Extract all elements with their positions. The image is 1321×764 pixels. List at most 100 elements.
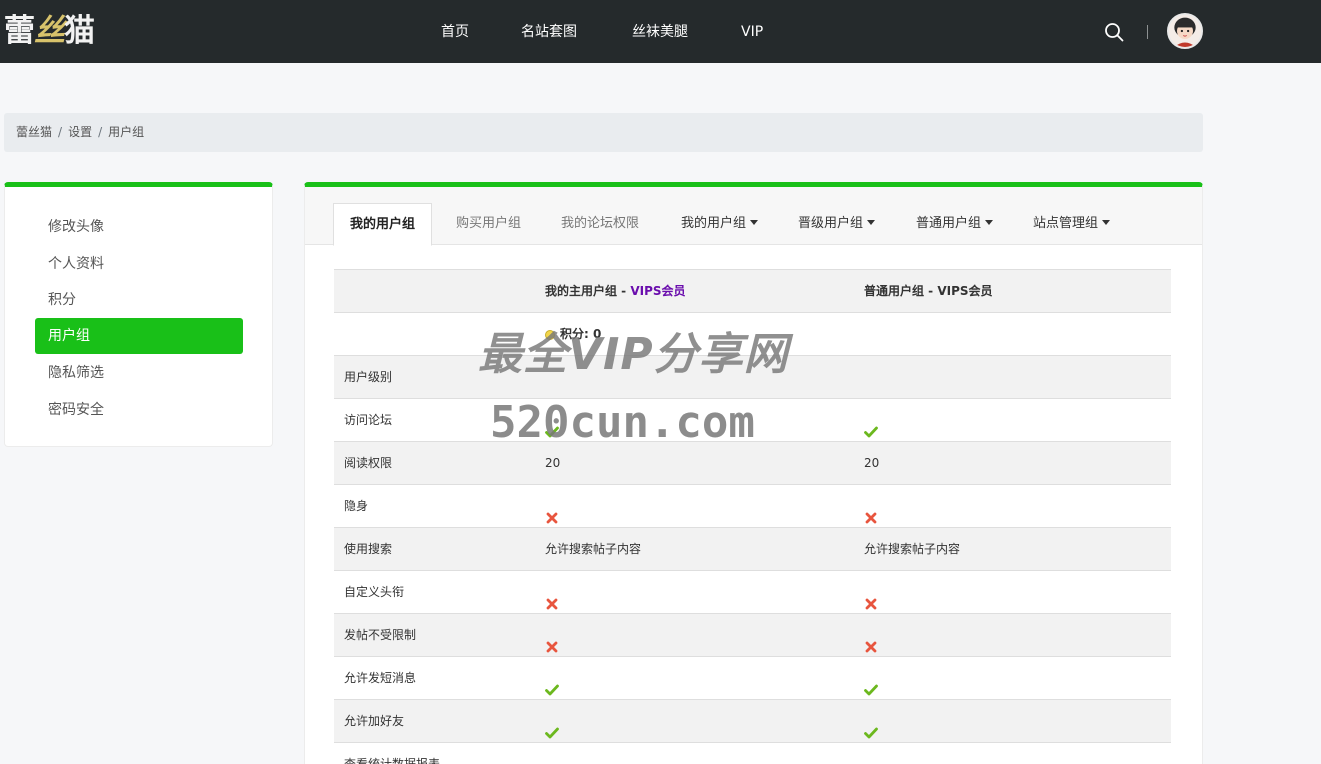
main-group-value: 20 bbox=[545, 442, 560, 484]
header-prefix: 我的主用户组 - bbox=[545, 284, 631, 298]
cross-icon bbox=[545, 586, 559, 609]
tab-buy-usergroup[interactable]: 购买用户组 bbox=[456, 203, 521, 245]
main-panel: 我的用户组 购买用户组 我的论坛权限 我的用户组 晋级用户组 普通用户组 站点管… bbox=[304, 182, 1203, 764]
breadcrumb-current: 用户组 bbox=[108, 125, 145, 139]
permission-label: 发帖不受限制 bbox=[344, 628, 417, 642]
breadcrumb-separator: / bbox=[58, 125, 63, 139]
logo-text-3: 猫 bbox=[64, 13, 95, 49]
table-row: 阅读权限 20 20 bbox=[334, 442, 1171, 485]
tab-label: 普通用户组 bbox=[916, 216, 982, 231]
sidebar-item-usergroup[interactable]: 用户组 bbox=[35, 318, 243, 354]
nav-stockings[interactable]: 丝袜美腿 bbox=[632, 0, 688, 63]
breadcrumb-settings[interactable]: 设置 bbox=[68, 125, 92, 139]
logo-text-2: 丝 bbox=[34, 13, 65, 49]
sidebar-item-avatar[interactable]: 修改头像 bbox=[35, 209, 243, 245]
normal-group-value bbox=[864, 485, 878, 527]
site-logo[interactable]: 蕾丝猫 bbox=[4, 8, 122, 54]
cross-icon bbox=[545, 500, 559, 523]
logo-text-1: 蕾 bbox=[4, 13, 35, 49]
table-row: 允许发短消息 bbox=[334, 657, 1171, 700]
tab-normal-usergroup-dropdown[interactable]: 普通用户组 bbox=[916, 203, 994, 245]
table-row: 允许加好友 bbox=[334, 700, 1171, 743]
breadcrumb: 蕾丝猫 / 设置 / 用户组 bbox=[4, 113, 1203, 152]
normal-group-value bbox=[864, 614, 878, 656]
main-group-value: 允许搜索帖子内容 bbox=[545, 528, 641, 570]
permission-label: 允许加好友 bbox=[344, 714, 405, 728]
normal-group-value bbox=[864, 657, 878, 699]
normal-group-value bbox=[864, 743, 878, 764]
permission-label: 使用搜索 bbox=[344, 542, 393, 556]
tab-admin-group-dropdown[interactable]: 站点管理组 bbox=[1033, 203, 1111, 245]
cell-text: 允许搜索帖子内容 bbox=[864, 542, 961, 556]
permission-label: 阅读权限 bbox=[344, 456, 393, 470]
normal-group-value bbox=[864, 700, 878, 742]
permission-label: 查看统计数据报表 bbox=[344, 757, 441, 764]
main-group-value bbox=[545, 657, 559, 699]
main-group-value bbox=[545, 485, 559, 527]
check-icon bbox=[545, 715, 559, 738]
tab-my-usergroup[interactable]: 我的用户组 bbox=[333, 203, 433, 246]
caret-down-icon bbox=[750, 220, 759, 225]
check-icon bbox=[864, 672, 878, 695]
table-row: 发帖不受限制 bbox=[334, 614, 1171, 657]
table-header-row: 我的主用户组 - VIPS会员 普通用户组 - VIPS会员 bbox=[334, 270, 1171, 313]
nav-famous-sets[interactable]: 名站套图 bbox=[521, 0, 577, 63]
tab-my-usergroup-dropdown[interactable]: 我的用户组 bbox=[681, 203, 759, 245]
permission-label: 自定义头衔 bbox=[344, 585, 405, 599]
sidebar-item-points[interactable]: 积分 bbox=[35, 282, 243, 318]
tab-label: 我的用户组 bbox=[681, 216, 747, 231]
tab-upgrade-usergroup-dropdown[interactable]: 晋级用户组 bbox=[798, 203, 876, 245]
top-header: 蕾丝猫 首页 名站套图 丝袜美腿 VIP bbox=[0, 0, 1321, 63]
table-row: 查看统计数据报表 bbox=[334, 743, 1171, 764]
tab-bar: 我的用户组 购买用户组 我的论坛权限 我的用户组 晋级用户组 普通用户组 站点管… bbox=[305, 187, 1202, 246]
cross-icon bbox=[864, 629, 878, 652]
nav-home[interactable]: 首页 bbox=[441, 0, 469, 63]
sidebar-item-password[interactable]: 密码安全 bbox=[35, 392, 243, 428]
tab-label: 晋级用户组 bbox=[798, 216, 864, 231]
main-group-value bbox=[545, 700, 559, 742]
breadcrumb-separator: / bbox=[98, 125, 103, 139]
cell-text: 20 bbox=[545, 456, 561, 470]
permission-label: 用户级别 bbox=[344, 370, 393, 384]
watermark-domain: 520cun.com bbox=[490, 397, 755, 448]
tab-forum-permissions[interactable]: 我的论坛权限 bbox=[561, 203, 639, 245]
table-row: 隐身 bbox=[334, 485, 1171, 528]
user-avatar[interactable] bbox=[1167, 13, 1203, 49]
cross-icon bbox=[864, 586, 878, 609]
caret-down-icon bbox=[867, 220, 876, 225]
cross-icon bbox=[864, 758, 878, 764]
permission-label: 允许发短消息 bbox=[344, 671, 417, 685]
normal-group-value: 允许搜索帖子内容 bbox=[864, 528, 960, 570]
cell-text: 允许搜索帖子内容 bbox=[545, 542, 642, 556]
caret-down-icon bbox=[1102, 220, 1111, 225]
permission-label: 访问论坛 bbox=[344, 413, 393, 427]
caret-down-icon bbox=[985, 220, 994, 225]
permission-label: 隐身 bbox=[344, 499, 369, 513]
check-icon bbox=[545, 672, 559, 695]
normal-group-header: 普通用户组 - VIPS会员 bbox=[864, 284, 993, 298]
watermark-title: 最全VIP分享网 bbox=[478, 329, 789, 380]
sidebar-item-privacy[interactable]: 隐私筛选 bbox=[35, 355, 243, 391]
normal-group-value bbox=[864, 571, 878, 613]
main-group-header: 我的主用户组 - VIPS会员 bbox=[545, 270, 686, 312]
sidebar-item-profile[interactable]: 个人资料 bbox=[35, 246, 243, 282]
cell-text: 20 bbox=[864, 456, 880, 470]
main-group-value bbox=[545, 571, 559, 613]
search-icon[interactable] bbox=[1104, 22, 1124, 42]
breadcrumb-home[interactable]: 蕾丝猫 bbox=[16, 125, 52, 139]
cross-icon bbox=[545, 629, 559, 652]
tab-label: 站点管理组 bbox=[1033, 216, 1099, 231]
normal-group-value: 20 bbox=[864, 442, 879, 484]
main-group-value bbox=[545, 743, 559, 764]
check-icon bbox=[864, 715, 878, 738]
main-group-value bbox=[545, 614, 559, 656]
header-divider bbox=[1147, 25, 1148, 39]
table-row: 自定义头衔 bbox=[334, 571, 1171, 614]
settings-sidebar: 修改头像 个人资料 积分 用户组 隐私筛选 密码安全 bbox=[4, 182, 273, 447]
nav-vip[interactable]: VIP bbox=[741, 0, 763, 63]
cross-icon bbox=[545, 758, 559, 764]
vip-group-link[interactable]: VIPS会员 bbox=[630, 284, 685, 298]
normal-group-value bbox=[864, 399, 878, 441]
table-row: 使用搜索 允许搜索帖子内容 允许搜索帖子内容 bbox=[334, 528, 1171, 571]
check-icon bbox=[864, 414, 878, 437]
